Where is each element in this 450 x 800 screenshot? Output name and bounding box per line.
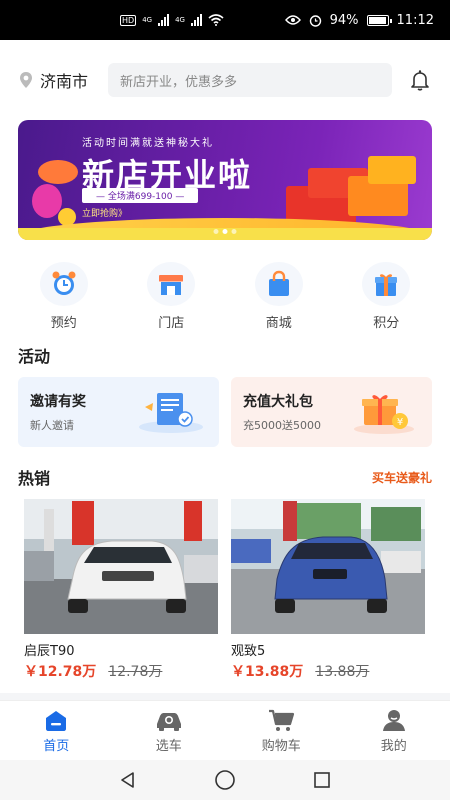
quick-entry-store[interactable]: 门店 [131, 262, 211, 331]
network-label-1: 4G [142, 15, 153, 24]
carousel-dots [213, 229, 237, 234]
user-icon [382, 709, 405, 731]
status-bar: HD 4G 4G 94% 11:12 [0, 0, 450, 40]
eye-icon [284, 15, 301, 25]
banner-decor-blob-2 [32, 184, 62, 218]
car-name: 观致5 [231, 644, 266, 659]
banner-cta[interactable]: 立即抢购》 [82, 206, 127, 219]
quick-entry-label: 门店 [158, 316, 185, 331]
banner-decor-blob [38, 160, 78, 184]
car-price: ￥13.88万 [231, 664, 304, 680]
recents-square-icon[interactable] [312, 770, 332, 790]
status-left: HD 4G 4G [120, 14, 224, 26]
quick-entry-points[interactable]: 积分 [346, 262, 426, 331]
gift-coin-icon: ¥ [348, 389, 418, 439]
invite-document-icon [135, 389, 205, 439]
quick-entry-reserve[interactable]: 预约 [24, 262, 104, 331]
search-input[interactable]: 新店开业，优惠多多 [108, 63, 392, 97]
battery-icon [366, 14, 392, 26]
shopping-bag-icon [254, 262, 303, 306]
tab-mine[interactable]: 我的 [354, 708, 434, 754]
header: 济南市 新店开业，优惠多多 [0, 40, 450, 120]
car-photo [231, 499, 426, 634]
tab-label: 首页 [43, 738, 70, 754]
location-selector[interactable]: 济南市 [18, 68, 108, 92]
car-search-icon [156, 712, 181, 731]
activities-list: 邀请有奖 新人邀请 充值大礼包 充5000送5000 ¥ [0, 373, 450, 451]
quick-entry-label: 积分 [373, 316, 400, 331]
quick-entry-label: 预约 [50, 316, 77, 331]
signal-icon [158, 14, 170, 26]
car-card-t90[interactable]: 启辰T90 ￥12.78万 12.78万 [24, 499, 219, 681]
car-original-price: 12.78万 [108, 664, 163, 680]
notification-button[interactable] [392, 68, 432, 92]
tab-choose-car[interactable]: 选车 [129, 708, 209, 754]
car-price: ￥12.78万 [24, 664, 97, 680]
section-title-activities: 活动 [0, 337, 450, 373]
wifi-icon [208, 14, 224, 26]
car-prices: ￥12.78万 12.78万 [24, 661, 219, 681]
clock: 11:12 [396, 12, 434, 28]
svg-text:¥: ¥ [397, 417, 403, 428]
activity-card-invite[interactable]: 邀请有奖 新人邀请 [18, 377, 219, 447]
car-original-price: 13.88万 [315, 664, 370, 680]
tab-label: 选车 [155, 738, 182, 754]
promo-banner[interactable]: 活动时间满就送神秘大礼 新店开业啦 — 全场满699-100 — 立即抢购》 [18, 120, 432, 240]
alarm-icon [309, 14, 321, 27]
battery-percent: 94% [329, 12, 359, 28]
signal-icon-2 [190, 14, 202, 26]
tab-cart[interactable]: 购物车 [241, 708, 321, 754]
bell-icon [411, 70, 429, 91]
cart-icon [269, 709, 295, 731]
car-card-qoros5[interactable]: 观致5 ￥13.88万 13.88万 [231, 499, 426, 681]
section-title-text: 活动 [18, 347, 51, 366]
tab-home[interactable]: 首页 [16, 708, 96, 754]
banner-promo: — 全场满699-100 — [82, 188, 199, 203]
quick-entry-label: 商城 [265, 316, 292, 331]
car-name: 启辰T90 [24, 644, 75, 659]
hot-tag[interactable]: 买车送豪礼 [372, 469, 432, 486]
hot-cars-list: 启辰T90 ￥12.78万 12.78万 观致5 ￥13.88万 13.88万 [0, 495, 450, 681]
city-label: 济南市 [40, 72, 89, 91]
network-label-2: 4G [175, 15, 185, 24]
location-pin-icon [20, 72, 32, 88]
gift-box-icon-4 [368, 156, 416, 184]
car-prices: ￥13.88万 13.88万 [231, 661, 426, 681]
status-right: 94% 11:12 [284, 12, 434, 28]
gift-icon [362, 262, 411, 306]
activity-card-recharge[interactable]: 充值大礼包 充5000送5000 ¥ [231, 377, 432, 447]
quick-entries: 预约 门店 商城 积分 [0, 240, 450, 337]
car-photo [24, 499, 219, 634]
back-icon[interactable] [118, 770, 138, 790]
hd-icon: HD [120, 14, 137, 26]
alarm-clock-icon [39, 262, 88, 306]
home-circle-icon[interactable] [214, 769, 236, 791]
section-title-hot: 热销 买车送豪礼 [0, 459, 450, 495]
section-title-text: 热销 [18, 469, 51, 488]
banner-subtitle: 活动时间满就送神秘大礼 [82, 138, 214, 149]
home-icon [46, 710, 67, 731]
bottom-tab-bar: 首页 选车 购物车 我的 [0, 700, 450, 760]
system-nav-bar [0, 760, 450, 800]
quick-entry-mall[interactable]: 商城 [239, 262, 319, 331]
tab-label: 我的 [380, 738, 407, 754]
store-icon [147, 262, 196, 306]
tab-label: 购物车 [261, 738, 301, 754]
